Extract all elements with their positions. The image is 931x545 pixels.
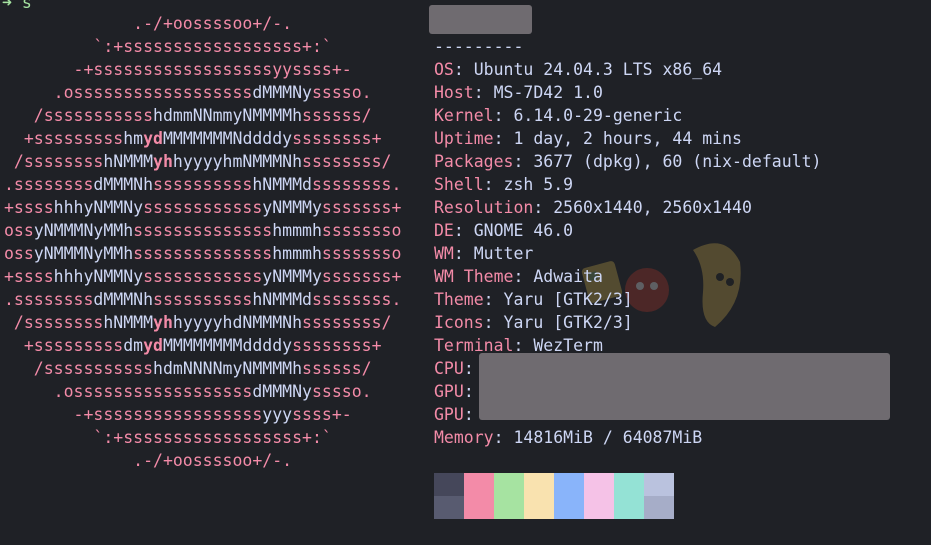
logo-line: ossyNMMMNyMMhsssssssssssssshmmmhssssssso xyxy=(4,244,402,263)
color-swatch xyxy=(644,496,674,519)
info-value: Ubuntu 24.04.3 LTS x86_64 xyxy=(473,60,723,79)
info-value: 2560x1440, 2560x1440 xyxy=(553,198,752,217)
logo-line: +sssshhhyNMMNyssssssssssssyNMMMysssssss+ xyxy=(4,267,402,286)
info-key: WM xyxy=(434,244,454,263)
color-swatch xyxy=(524,473,554,496)
info-row-os: OS: Ubuntu 24.04.3 LTS x86_64 xyxy=(434,60,723,79)
logo-line: .ssssssssdMMMNhsssssssssshNMMMdssssssss. xyxy=(4,175,402,194)
color-palette xyxy=(434,473,674,519)
info-key: Kernel xyxy=(434,106,494,125)
logo-line: .-/+oossssoo+/-. xyxy=(4,14,293,33)
color-swatch xyxy=(494,496,524,519)
info-value: 14816MiB / 64087MiB xyxy=(513,428,703,447)
logo-line: /sssssssshNMMMyhhyyyyhmNMMMNhssssssss/ xyxy=(4,152,392,171)
logo-line: /ssssssssssshdmNNNNmyNMMMMhssssss/ xyxy=(4,359,372,378)
color-swatch xyxy=(434,496,464,519)
logo-line: .-/+oossssoo+/-. xyxy=(4,451,293,470)
logo-line: /sssssssshNMMMyhhyyyyhdNMMMNhssssssss/ xyxy=(4,313,392,332)
info-key: Host xyxy=(434,83,474,102)
color-swatch xyxy=(464,496,494,519)
info-value: 3677 (dpkg), 60 (nix-default) xyxy=(533,152,822,171)
info-key: Memory xyxy=(434,428,494,447)
info-key: Resolution xyxy=(434,198,534,217)
title-separator: --------- xyxy=(434,37,524,56)
color-swatch xyxy=(584,473,614,496)
logo-line: +sssshhhyNMMNyssssssssssssyNMMMysssssss+ xyxy=(4,198,402,217)
logo-line: `:+ssssssssssssssssss+:` xyxy=(4,428,332,447)
info-key: Packages xyxy=(434,152,514,171)
logo-line: .ossssssssssssssssssdMMMNysssso. xyxy=(4,382,372,401)
info-row-host: Host: MS-7D42 1.0 xyxy=(434,83,603,102)
color-swatch xyxy=(614,473,644,496)
info-key: Icons xyxy=(434,313,484,332)
info-row-de: DE: GNOME 46.0 xyxy=(434,221,574,240)
info-value: MS-7D42 1.0 xyxy=(493,83,603,102)
logo-line: +sssssssssdmydMMMMMMMMddddyssssssss+ xyxy=(4,336,382,355)
info-key: Uptime xyxy=(434,129,494,148)
logo-line: -+sssssssssssssssssyyyssss+- xyxy=(4,405,352,424)
logo-line: -+ssssssssssssssssssyyssss+- xyxy=(4,60,352,79)
color-swatch xyxy=(584,496,614,519)
info-key: CPU xyxy=(434,359,464,378)
info-value: Yaru [GTK2/3] xyxy=(503,313,633,332)
info-row-icons: Icons: Yaru [GTK2/3] xyxy=(434,313,633,332)
color-swatch xyxy=(434,473,464,496)
info-key: GPU xyxy=(434,405,464,424)
cpu-gpu-redacted xyxy=(479,353,890,420)
info-value: 6.14.0-29-generic xyxy=(513,106,683,125)
info-key: Shell xyxy=(434,175,484,194)
info-key: WM Theme xyxy=(434,267,514,286)
logo-line: `:+ssssssssssssssssss+:` xyxy=(4,37,332,56)
info-row-shell: Shell: zsh 5.9 xyxy=(434,175,574,194)
logo-line: ossyNMMMNyMMhsssssssssssssshmmmhssssssso xyxy=(4,221,402,240)
color-swatch xyxy=(554,473,584,496)
info-key: DE xyxy=(434,221,454,240)
logo-line: .ssssssssdMMMNhsssssssssshNMMMdssssssss. xyxy=(4,290,402,309)
info-value: zsh 5.9 xyxy=(503,175,574,194)
color-swatch xyxy=(524,496,554,519)
info-value: Mutter xyxy=(473,244,534,263)
info-row-theme: Theme: Yaru [GTK2/3] xyxy=(434,290,633,309)
terminal-window[interactable]: ➜ s .-/+oossssoo+/-. `:+ssssssssssssssss… xyxy=(0,0,931,545)
color-swatch xyxy=(644,473,674,496)
info-row-kernel: Kernel: 6.14.0-29-generic xyxy=(434,106,683,125)
arrow-icon: ➜ xyxy=(2,0,12,12)
info-row-wm: WM: Mutter xyxy=(434,244,534,263)
info-key: OS xyxy=(434,60,454,79)
prompt-command: s xyxy=(21,0,32,12)
info-row-uptime: Uptime: 1 day, 2 hours, 44 mins xyxy=(434,129,742,148)
info-row-memory: Memory: 14816MiB / 64087MiB xyxy=(434,428,703,447)
logo-line: +ssssssssshmydMMMMMMMNddddyssssssss+ xyxy=(4,129,382,148)
color-swatch xyxy=(614,496,644,519)
color-swatch xyxy=(464,473,494,496)
info-row-resolution: Resolution: 2560x1440, 2560x1440 xyxy=(434,198,752,217)
logo-line: .ossssssssssssssssssdMMMNysssso. xyxy=(4,83,372,102)
info-key: GPU xyxy=(434,382,464,401)
logo-line: /ssssssssssshdmmNNmmyNMMMMhssssss/ xyxy=(4,106,372,125)
color-swatch xyxy=(554,496,584,519)
info-key: Theme xyxy=(434,290,484,309)
info-row-packages: Packages: 3677 (dpkg), 60 (nix-default) xyxy=(434,152,822,171)
color-swatch xyxy=(494,473,524,496)
info-value: Yaru [GTK2/3] xyxy=(503,290,633,309)
info-value: GNOME 46.0 xyxy=(473,221,574,240)
ubuntu-ascii-logo: .-/+oossssoo+/-. `:+ssssssssssssssssss+:… xyxy=(4,12,401,472)
user-host-redacted xyxy=(429,5,532,34)
info-value: Adwaita xyxy=(533,267,603,286)
info-row-wm-theme: WM Theme: Adwaita xyxy=(434,267,603,286)
info-value: 1 day, 2 hours, 44 mins xyxy=(513,129,742,148)
